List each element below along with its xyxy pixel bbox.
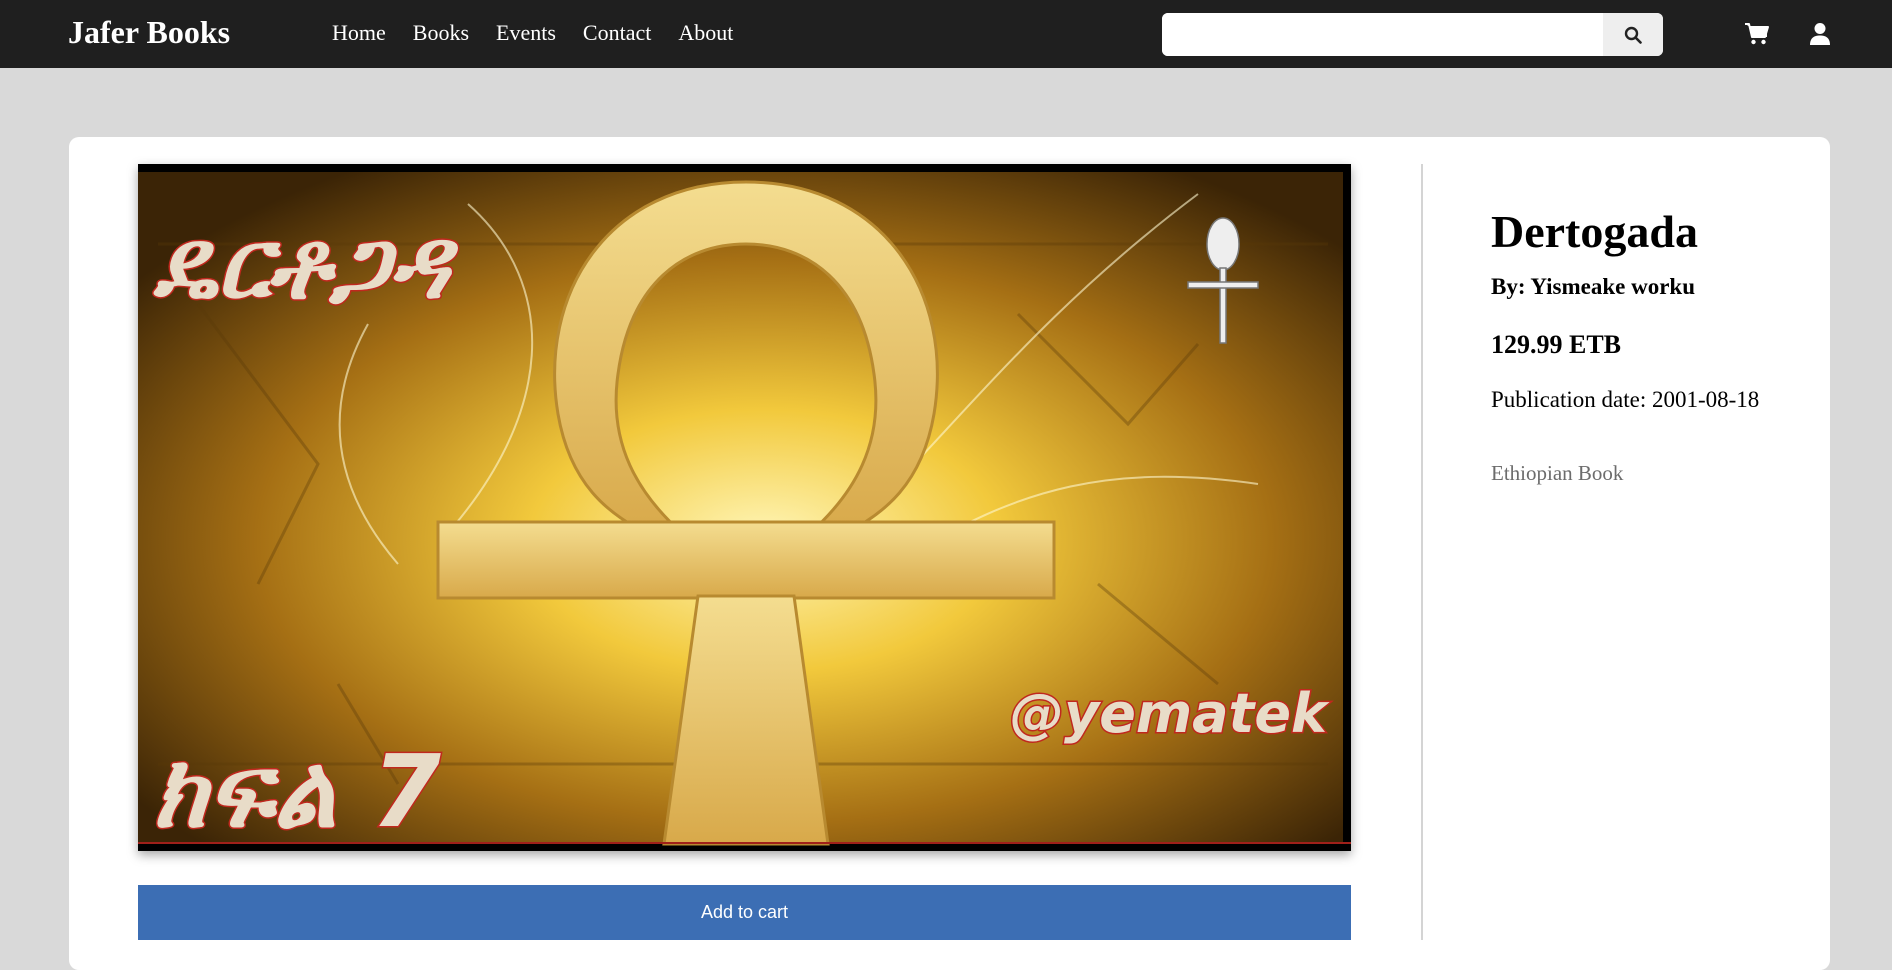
book-details: Dertogada By: Yismeake worku 129.99 ETB …: [1491, 206, 1791, 486]
book-title: Dertogada: [1491, 206, 1698, 257]
nav-link-about[interactable]: About: [678, 20, 733, 46]
nav-links: Home Books Events Contact About: [332, 20, 760, 46]
book-author: By: Yismeake worku: [1491, 273, 1696, 299]
book-cover-image: ዴርቶጋዳ ክፍል 7 @yematek: [138, 164, 1351, 851]
cart-button[interactable]: [1742, 19, 1772, 49]
nav-link-books[interactable]: Books: [413, 20, 469, 46]
cart-icon: [1745, 23, 1769, 45]
nav-link-home[interactable]: Home: [332, 20, 386, 46]
cover-part-text: ክፍል 7: [153, 733, 441, 850]
search-bar: [1162, 13, 1663, 56]
search-input[interactable]: [1162, 13, 1602, 56]
add-to-cart-button[interactable]: Add to cart: [138, 885, 1351, 940]
search-button[interactable]: [1603, 13, 1663, 56]
nav-link-contact[interactable]: Contact: [583, 20, 651, 46]
product-card: ዴርቶጋዳ ክፍል 7 @yematek Add to cart Dertoga…: [69, 137, 1830, 970]
divider: [1421, 164, 1423, 940]
book-price: 129.99 ETB: [1491, 329, 1622, 359]
search-icon: [1624, 26, 1642, 44]
book-cover-artwork: ዴርቶጋዳ ክፍል 7 @yematek: [138, 172, 1351, 851]
user-icon: [1810, 23, 1830, 45]
cover-handle-text: @yematek: [1010, 682, 1330, 745]
nav-link-events[interactable]: Events: [496, 20, 556, 46]
cover-title-text: ዴርቶጋዳ: [152, 208, 459, 320]
publication-date: Publication date: 2001-08-18: [1491, 386, 1760, 412]
navbar: Jafer Books Home Books Events Contact Ab…: [0, 0, 1892, 68]
account-button[interactable]: [1805, 19, 1835, 49]
brand-logo[interactable]: Jafer Books: [68, 14, 230, 51]
book-category[interactable]: Ethiopian Book: [1491, 461, 1791, 486]
